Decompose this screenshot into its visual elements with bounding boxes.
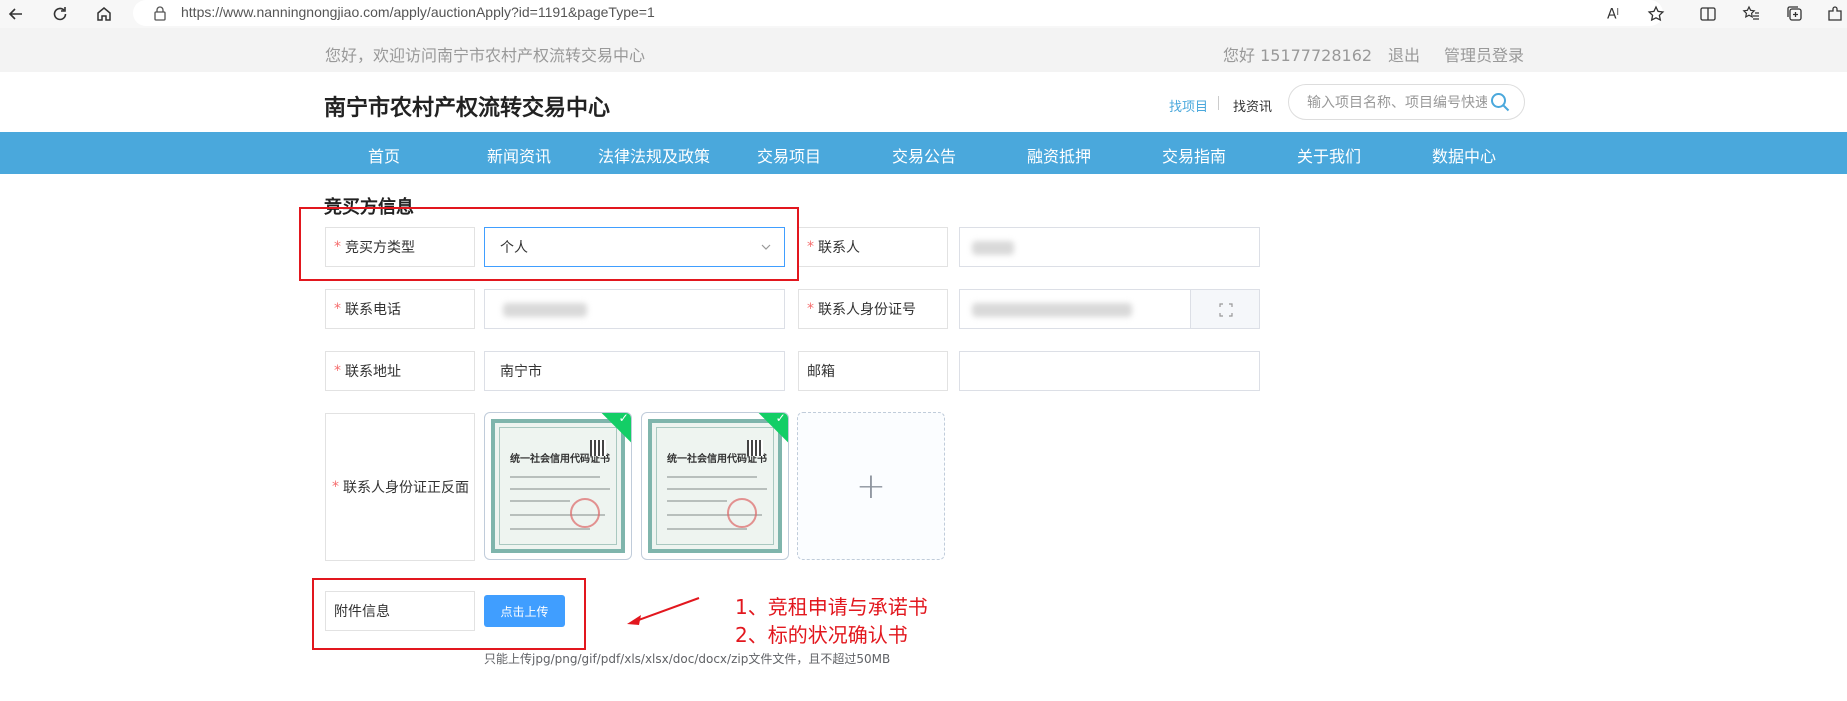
nav-item-announcements[interactable]: 交易公告: [892, 143, 956, 167]
redacted-value: [972, 241, 1014, 255]
nav-item-projects[interactable]: 交易项目: [757, 143, 821, 167]
certificate-image: 统一社会信用代码证书: [648, 419, 782, 553]
search-box: [1288, 84, 1525, 120]
back-arrow-icon[interactable]: [4, 2, 28, 26]
email-input[interactable]: [959, 351, 1260, 391]
contact-input[interactable]: [959, 227, 1260, 267]
required-mark: *: [334, 363, 341, 379]
nav-item-financing[interactable]: 融资抵押: [1027, 143, 1091, 167]
find-news-link[interactable]: 找资讯: [1233, 96, 1272, 115]
qr-code: [747, 440, 763, 456]
annotation-box-attachment: [312, 578, 586, 650]
id-photo-label: * 联系人身份证正反面: [325, 413, 475, 561]
header-divider: [1218, 96, 1219, 110]
id-number-input[interactable]: [959, 289, 1191, 329]
upload-hint: 只能上传jpg/png/gif/pdf/xls/xlsx/doc/docx/zi…: [484, 652, 891, 666]
lock-icon: [154, 6, 166, 21]
certificate-image: 统一社会信用代码证书: [491, 419, 625, 553]
contact-label: * 联系人: [798, 227, 948, 267]
home-icon[interactable]: [92, 2, 116, 26]
find-project-link[interactable]: 找项目: [1169, 96, 1208, 115]
admin-login-link[interactable]: 管理员登录: [1444, 42, 1524, 66]
plus-icon: +: [855, 465, 887, 507]
phone-input[interactable]: [484, 289, 785, 329]
top-info-bar: 您好，欢迎访问南宁市农村产权流转交易中心 您好 15177728162 退出 管…: [0, 28, 1847, 72]
email-label: 邮箱: [798, 351, 948, 391]
annotation-line-1: 1、竞租申请与承诺书: [735, 595, 928, 619]
scan-id-button[interactable]: [1190, 289, 1260, 329]
annotation-line-2: 2、标的状况确认书: [735, 623, 908, 647]
favorite-star-icon[interactable]: [1645, 3, 1667, 25]
collections-icon[interactable]: [1784, 3, 1806, 25]
id-number-label: * 联系人身份证号: [798, 289, 948, 329]
uploaded-image-2[interactable]: 统一社会信用代码证书 ✓: [641, 412, 789, 560]
add-image-button[interactable]: +: [797, 412, 945, 560]
read-aloud-icon[interactable]: Aꞁ: [1602, 3, 1624, 25]
check-icon: ✓: [618, 412, 629, 426]
nav-item-home[interactable]: 首页: [368, 143, 400, 167]
logout-link[interactable]: 退出: [1388, 42, 1420, 66]
annotation-arrow-icon: [627, 597, 700, 625]
welcome-text: 您好，欢迎访问南宁市农村产权流转交易中心: [325, 46, 646, 65]
seal-stamp: [570, 498, 600, 528]
search-icon[interactable]: [1489, 91, 1511, 113]
user-greeting: 您好 15177728162: [1223, 46, 1373, 65]
split-screen-icon[interactable]: [1697, 3, 1719, 25]
address-label: * 联系地址: [325, 351, 475, 391]
required-mark: *: [807, 239, 814, 255]
url-text: https://www.nanningnongjiao.com/apply/au…: [181, 4, 655, 20]
required-mark: *: [332, 479, 339, 495]
favorites-list-icon[interactable]: [1740, 3, 1762, 25]
nav-item-laws[interactable]: 法律法规及政策: [598, 143, 710, 167]
extensions-icon[interactable]: [1824, 3, 1846, 25]
redacted-value: [972, 303, 1132, 317]
qr-code: [590, 440, 606, 456]
seal-stamp: [727, 498, 757, 528]
nav-item-data[interactable]: 数据中心: [1432, 143, 1496, 167]
address-bar[interactable]: https://www.nanningnongjiao.com/apply/au…: [133, 0, 1663, 26]
address-value: 南宁市: [500, 364, 542, 380]
redacted-value: [503, 303, 587, 317]
nav-item-news[interactable]: 新闻资讯: [487, 143, 551, 167]
nav-item-about[interactable]: 关于我们: [1297, 143, 1361, 167]
site-header: 南宁市农村产权流转交易中心 找项目 找资讯: [0, 72, 1847, 132]
uploaded-image-1[interactable]: 统一社会信用代码证书 ✓: [484, 412, 632, 560]
browser-toolbar: https://www.nanningnongjiao.com/apply/au…: [0, 0, 1847, 28]
address-input[interactable]: 南宁市: [484, 351, 785, 391]
required-mark: *: [334, 301, 341, 317]
required-mark: *: [807, 301, 814, 317]
main-nav: 首页 新闻资讯 法律法规及政策 交易项目 交易公告 融资抵押 交易指南 关于我们…: [0, 132, 1847, 174]
site-title[interactable]: 南宁市农村产权流转交易中心: [324, 90, 610, 122]
nav-item-guide[interactable]: 交易指南: [1162, 143, 1226, 167]
search-input[interactable]: [1307, 93, 1487, 113]
phone-label: * 联系电话: [325, 289, 475, 329]
scan-icon: [1219, 303, 1233, 317]
check-icon: ✓: [775, 412, 786, 426]
refresh-icon[interactable]: [48, 2, 72, 26]
annotation-box-bidder-type: [299, 207, 799, 281]
